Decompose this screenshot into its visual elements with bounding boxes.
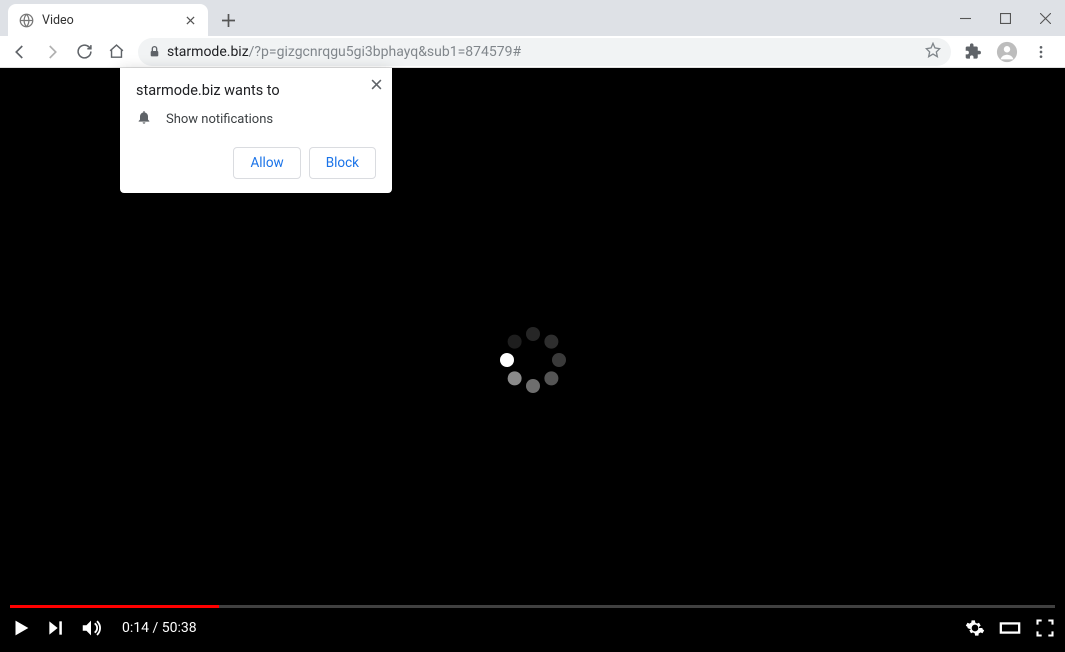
back-button[interactable] <box>6 38 34 66</box>
prompt-origin-text: starmode.biz wants to <box>136 82 376 99</box>
theater-mode-icon[interactable] <box>999 617 1021 639</box>
reload-button[interactable] <box>70 38 98 66</box>
current-time: 0:14 <box>122 620 149 636</box>
video-progress-bar[interactable] <box>10 605 1055 608</box>
prompt-close-button[interactable] <box>371 76 382 94</box>
tab-close-button[interactable] <box>182 12 198 28</box>
allow-button[interactable]: Allow <box>233 147 300 179</box>
tab-strip: Video <box>0 0 1065 36</box>
prompt-permission-label: Show notifications <box>166 112 273 127</box>
time-separator: / <box>149 620 162 636</box>
forward-button[interactable] <box>38 38 66 66</box>
extensions-icon[interactable] <box>959 38 987 66</box>
duration: 50:38 <box>162 620 197 636</box>
lock-icon <box>148 45 161 58</box>
browser-tab[interactable]: Video <box>8 4 208 36</box>
volume-button[interactable] <box>80 617 102 639</box>
play-button[interactable] <box>10 617 32 639</box>
home-button[interactable] <box>102 38 130 66</box>
profile-avatar-icon[interactable] <box>993 38 1021 66</box>
bookmark-star-icon[interactable] <box>925 42 941 62</box>
maximize-button[interactable] <box>985 0 1025 36</box>
globe-icon <box>18 12 34 28</box>
bell-icon <box>136 109 152 129</box>
new-tab-button[interactable] <box>214 6 242 34</box>
close-window-button[interactable] <box>1025 0 1065 36</box>
video-controls: 0:14 / 50:38 <box>10 605 1055 646</box>
url-text: starmode.biz/?p=gizgcnrqgu5gi3bphayq&sub… <box>167 44 919 60</box>
kebab-menu-icon[interactable] <box>1027 38 1055 66</box>
url-path: /?p=gizgcnrqgu5gi3bphayq&sub1=874579# <box>249 44 521 60</box>
time-display: 0:14 / 50:38 <box>122 620 197 636</box>
window-controls <box>945 0 1065 36</box>
notification-permission-prompt: starmode.biz wants to Show notifications… <box>120 68 392 193</box>
tab-title: Video <box>42 13 174 28</box>
minimize-button[interactable] <box>945 0 985 36</box>
block-button[interactable]: Block <box>309 147 376 179</box>
browser-toolbar: starmode.biz/?p=gizgcnrqgu5gi3bphayq&sub… <box>0 36 1065 68</box>
address-bar[interactable]: starmode.biz/?p=gizgcnrqgu5gi3bphayq&sub… <box>138 38 951 66</box>
loading-spinner <box>498 325 568 395</box>
next-button[interactable] <box>46 618 66 638</box>
url-host: starmode.biz <box>167 44 249 60</box>
video-progress-fill <box>10 605 219 608</box>
fullscreen-icon[interactable] <box>1035 618 1055 638</box>
settings-gear-icon[interactable] <box>965 618 985 638</box>
